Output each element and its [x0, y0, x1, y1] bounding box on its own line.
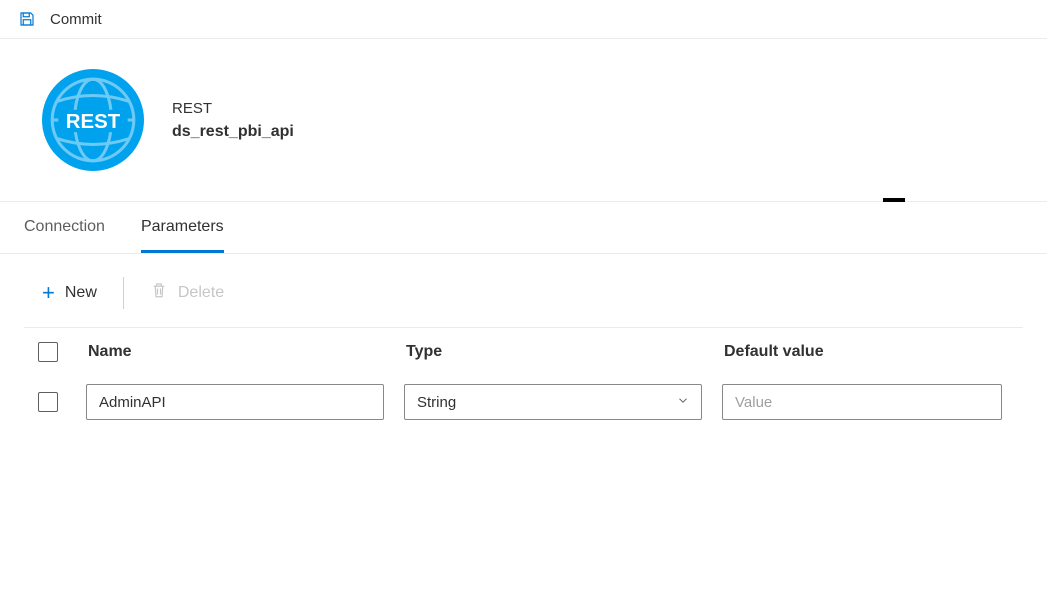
dataset-info: REST ds_rest_pbi_api — [172, 100, 294, 141]
parameters-table: Name Type Default value String — [24, 327, 1023, 428]
column-header-default-value: Default value — [722, 343, 1022, 361]
tabs: Connection Parameters — [0, 201, 1047, 254]
param-name-input[interactable] — [86, 384, 384, 420]
marker-icon — [883, 198, 905, 202]
commit-button[interactable]: Commit — [50, 11, 102, 28]
tab-connection[interactable]: Connection — [24, 202, 105, 253]
param-type-select[interactable]: String — [404, 384, 702, 420]
new-button[interactable]: + New — [34, 278, 105, 308]
select-all-checkbox[interactable] — [38, 342, 58, 362]
new-button-label: New — [65, 284, 97, 302]
tab-parameters[interactable]: Parameters — [141, 202, 224, 253]
toolbar-divider — [123, 277, 124, 309]
top-bar: Commit — [0, 0, 1047, 39]
param-default-value-input[interactable] — [722, 384, 1002, 420]
column-header-type: Type — [404, 343, 722, 361]
rest-service-icon: REST — [42, 69, 144, 171]
plus-icon: + — [42, 282, 55, 304]
dataset-type-label: REST — [172, 100, 294, 117]
save-icon[interactable] — [18, 10, 36, 28]
parameters-toolbar: + New Delete — [0, 254, 1047, 327]
row-checkbox[interactable] — [38, 392, 58, 412]
table-row: String — [24, 376, 1023, 428]
table-header-row: Name Type Default value — [24, 328, 1023, 376]
trash-icon — [150, 280, 168, 305]
dataset-header: REST REST ds_rest_pbi_api — [0, 39, 1047, 201]
column-header-name: Name — [86, 343, 404, 361]
svg-text:REST: REST — [66, 111, 121, 133]
dataset-name: ds_rest_pbi_api — [172, 123, 294, 141]
delete-button[interactable]: Delete — [142, 276, 232, 309]
delete-button-label: Delete — [178, 284, 224, 302]
